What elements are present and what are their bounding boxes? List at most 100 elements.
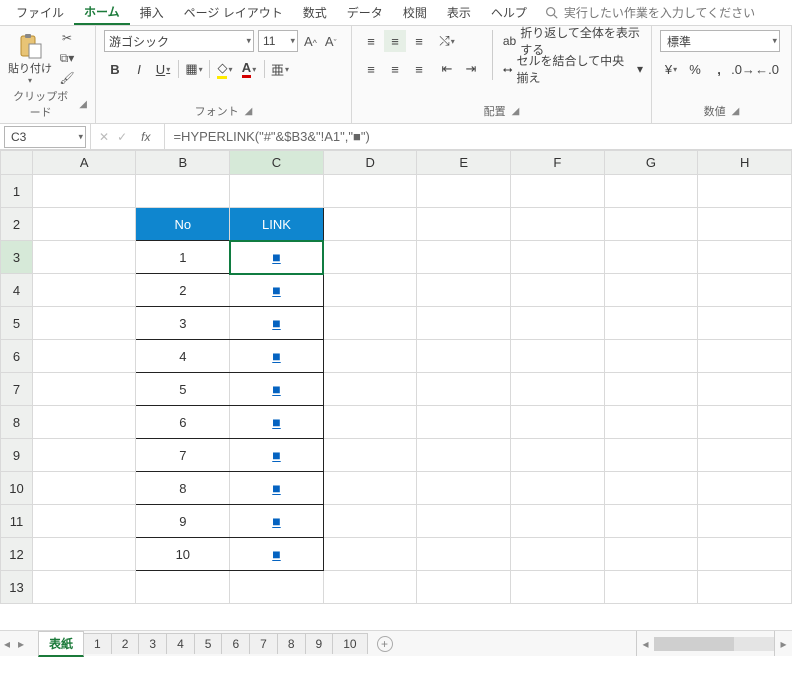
alignment-dialog-launcher[interactable]: ◢ xyxy=(512,106,520,117)
col-header-E[interactable]: E xyxy=(417,151,511,175)
col-header-F[interactable]: F xyxy=(511,151,605,175)
phonetic-button[interactable]: 亜▾ xyxy=(269,58,291,80)
col-header-B[interactable]: B xyxy=(136,151,230,175)
cell[interactable] xyxy=(698,571,792,604)
number-format-combo[interactable]: 標準 ▾ xyxy=(660,30,780,52)
cell[interactable] xyxy=(511,571,605,604)
cell[interactable]: 5 xyxy=(136,373,230,406)
row-header[interactable]: 12 xyxy=(1,538,33,571)
row-header[interactable]: 3 xyxy=(1,241,33,274)
merge-center-button[interactable]: ⭤ セルを結合して中央揃え ▾ xyxy=(503,58,643,80)
cell[interactable]: ■ xyxy=(230,307,324,340)
cell[interactable] xyxy=(32,274,136,307)
cell[interactable]: ■ xyxy=(230,472,324,505)
font-name-combo[interactable]: 游ゴシック ▾ xyxy=(104,30,254,52)
cell[interactable] xyxy=(323,505,417,538)
decrease-decimal-button[interactable]: ←.0 xyxy=(756,58,778,80)
cell-selected[interactable]: ■ xyxy=(230,241,324,274)
cell[interactable] xyxy=(32,208,136,241)
cell[interactable] xyxy=(323,208,417,241)
cell[interactable] xyxy=(604,538,698,571)
increase-decimal-button[interactable]: .0→ xyxy=(732,58,754,80)
col-header-G[interactable]: G xyxy=(604,151,698,175)
align-bottom-button[interactable]: ≡ xyxy=(408,30,430,52)
decrease-indent-button[interactable]: ⇤ xyxy=(436,58,458,80)
cell[interactable] xyxy=(511,175,605,208)
sheet-tab[interactable]: 表紙 xyxy=(38,631,84,657)
font-dialog-launcher[interactable]: ◢ xyxy=(245,106,253,117)
formula-input[interactable]: =HYPERLINK("#"&$B3&"!A1","■") xyxy=(165,124,792,149)
cell[interactable] xyxy=(417,340,511,373)
cell[interactable] xyxy=(32,439,136,472)
hscroll-thumb[interactable] xyxy=(654,637,734,651)
font-size-combo[interactable]: 11 ▾ xyxy=(258,30,298,52)
tell-me-search[interactable]: 実行したい作業を入力してください xyxy=(545,4,755,21)
cell[interactable] xyxy=(511,274,605,307)
font-color-button[interactable]: A▾ xyxy=(238,58,260,80)
sheet-tab[interactable]: 5 xyxy=(194,633,223,654)
hyperlink[interactable]: ■ xyxy=(272,447,280,463)
cell[interactable] xyxy=(604,406,698,439)
cell[interactable]: 1 xyxy=(136,241,230,274)
cell[interactable] xyxy=(323,340,417,373)
cell[interactable] xyxy=(417,274,511,307)
cell[interactable]: 4 xyxy=(136,340,230,373)
new-sheet-button[interactable]: + xyxy=(377,636,393,652)
cell[interactable]: LINK xyxy=(230,208,324,241)
cell[interactable] xyxy=(698,274,792,307)
row-header[interactable]: 6 xyxy=(1,340,33,373)
cell[interactable]: ■ xyxy=(230,439,324,472)
cell[interactable] xyxy=(230,571,324,604)
sheet-tab[interactable]: 4 xyxy=(166,633,195,654)
cell[interactable] xyxy=(136,175,230,208)
cell[interactable] xyxy=(604,208,698,241)
hyperlink[interactable]: ■ xyxy=(272,546,280,562)
row-header[interactable]: 5 xyxy=(1,307,33,340)
comma-format-button[interactable]: , xyxy=(708,58,730,80)
hscroll-right[interactable]: ▸ xyxy=(774,631,792,656)
tab-nav-prev[interactable]: ▸ xyxy=(14,637,28,651)
row-header[interactable]: 9 xyxy=(1,439,33,472)
cell[interactable] xyxy=(417,571,511,604)
align-right-button[interactable]: ≡ xyxy=(408,58,430,80)
cell[interactable] xyxy=(698,439,792,472)
underline-button[interactable]: U▾ xyxy=(152,58,174,80)
cell[interactable] xyxy=(32,340,136,373)
bold-button[interactable]: B xyxy=(104,58,126,80)
cell[interactable] xyxy=(32,571,136,604)
hyperlink[interactable]: ■ xyxy=(272,315,280,331)
cell[interactable] xyxy=(698,472,792,505)
row-header[interactable]: 2 xyxy=(1,208,33,241)
col-header-A[interactable]: A xyxy=(32,151,136,175)
cell[interactable] xyxy=(511,472,605,505)
hyperlink[interactable]: ■ xyxy=(272,282,280,298)
sheet-tab[interactable]: 3 xyxy=(138,633,167,654)
cell[interactable] xyxy=(604,241,698,274)
menu-review[interactable]: 校閲 xyxy=(393,1,437,24)
percent-format-button[interactable]: % xyxy=(684,58,706,80)
hyperlink[interactable]: ■ xyxy=(272,414,280,430)
cell[interactable] xyxy=(417,439,511,472)
cell[interactable] xyxy=(511,307,605,340)
cell[interactable] xyxy=(230,175,324,208)
col-header-C[interactable]: C xyxy=(230,151,324,175)
cell[interactable] xyxy=(698,241,792,274)
cell[interactable] xyxy=(511,538,605,571)
menu-file[interactable]: ファイル xyxy=(6,1,74,24)
enter-formula-button[interactable]: ✓ xyxy=(117,130,127,144)
cell[interactable] xyxy=(417,406,511,439)
row-header[interactable]: 11 xyxy=(1,505,33,538)
number-dialog-launcher[interactable]: ◢ xyxy=(732,106,740,117)
cell[interactable] xyxy=(32,175,136,208)
cell[interactable] xyxy=(417,241,511,274)
cell[interactable] xyxy=(604,571,698,604)
cell[interactable] xyxy=(417,373,511,406)
cell[interactable] xyxy=(604,175,698,208)
cell[interactable] xyxy=(698,505,792,538)
sheet-tab[interactable]: 2 xyxy=(111,633,140,654)
sheet-tab[interactable]: 9 xyxy=(305,633,334,654)
cell[interactable] xyxy=(698,307,792,340)
increase-indent-button[interactable]: ⇥ xyxy=(460,58,482,80)
row-header[interactable]: 8 xyxy=(1,406,33,439)
cell[interactable] xyxy=(604,439,698,472)
